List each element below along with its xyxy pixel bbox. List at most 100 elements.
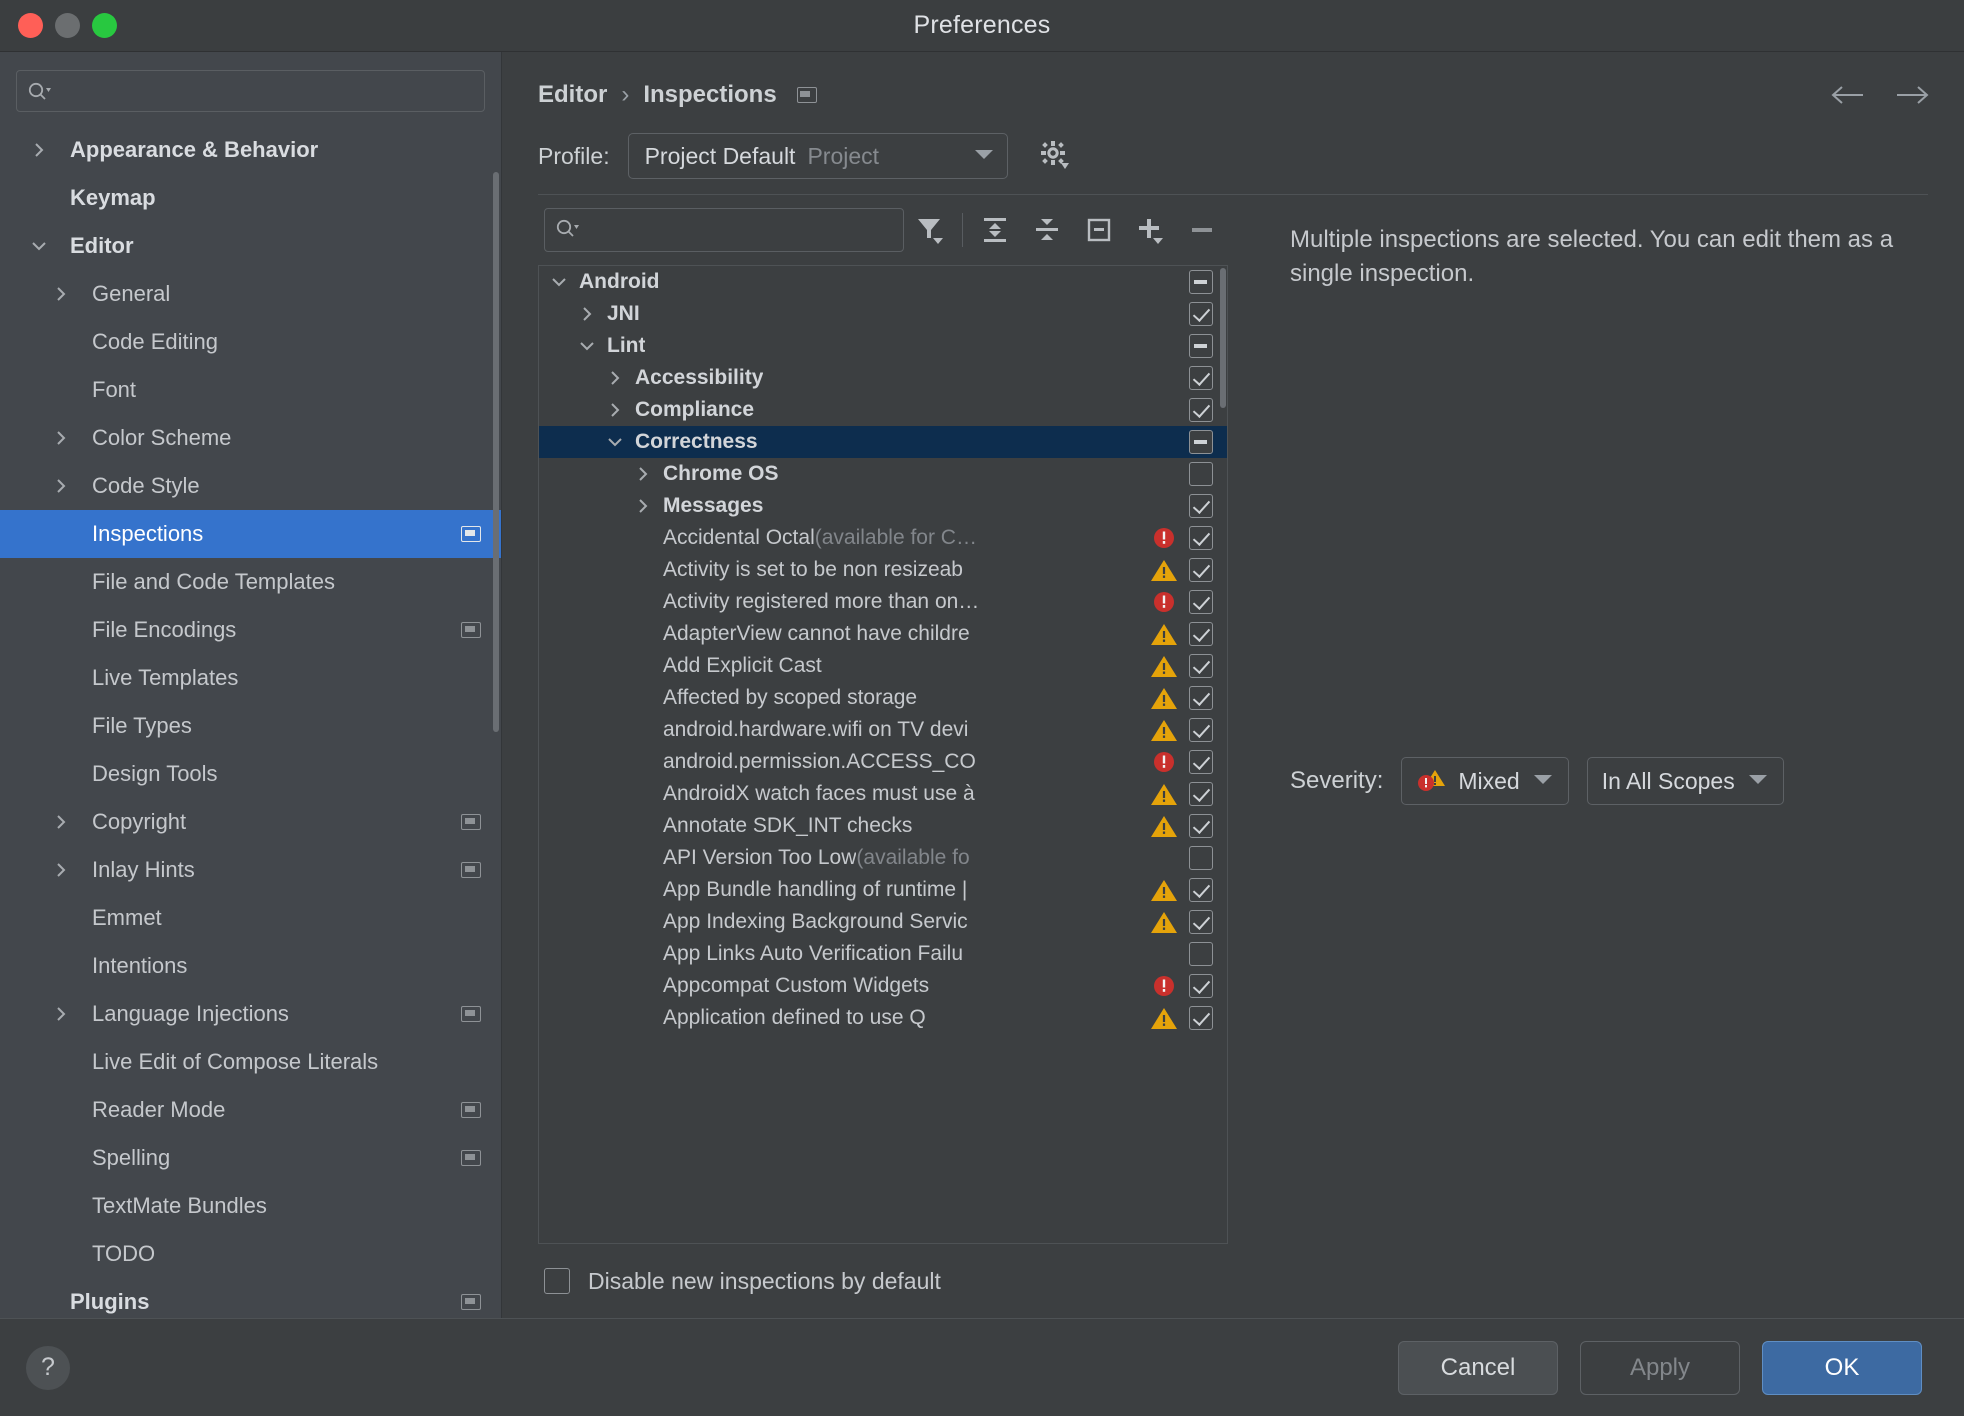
- ok-button[interactable]: OK: [1762, 1340, 1922, 1395]
- tree-row[interactable]: JNI: [539, 298, 1227, 330]
- sidebar-scrollbar[interactable]: [493, 172, 499, 732]
- sidebar-item-general[interactable]: General: [0, 270, 501, 318]
- sidebar-item-keymap[interactable]: Keymap: [0, 174, 501, 222]
- filter-icon[interactable]: [904, 208, 956, 252]
- sidebar-item-copyright[interactable]: Copyright: [0, 798, 501, 846]
- tree-row-checkbox[interactable]: [1181, 270, 1221, 294]
- sidebar-item-live-edit-of-compose-literals[interactable]: Live Edit of Compose Literals: [0, 1038, 501, 1086]
- tree-row[interactable]: Annotate SDK_INT checks: [539, 810, 1227, 842]
- tree-row[interactable]: Correctness: [539, 426, 1227, 458]
- sidebar-item-editor[interactable]: Editor: [0, 222, 501, 270]
- chevron-down-icon[interactable]: [575, 337, 599, 355]
- chevron-right-icon[interactable]: [48, 861, 74, 879]
- severity-select[interactable]: Mixed: [1401, 757, 1569, 805]
- tree-row[interactable]: Messages: [539, 490, 1227, 522]
- tree-row-checkbox[interactable]: [1181, 654, 1221, 678]
- tree-row-checkbox[interactable]: [1181, 814, 1221, 838]
- help-button[interactable]: ?: [26, 1345, 70, 1390]
- sidebar-item-inspections[interactable]: Inspections: [0, 510, 501, 558]
- sidebar-item-code-style[interactable]: Code Style: [0, 462, 501, 510]
- tree-row-checkbox[interactable]: [1181, 590, 1221, 614]
- sidebar-item-todo[interactable]: TODO: [0, 1230, 501, 1278]
- inspection-tree[interactable]: Android JNI Lint Accessibility Compliance Cor…: [538, 265, 1228, 1244]
- tree-row[interactable]: Affected by scoped storage: [539, 682, 1227, 714]
- chevron-right-icon[interactable]: [575, 305, 599, 323]
- tree-row-checkbox[interactable]: [1181, 1006, 1221, 1030]
- tree-row[interactable]: API Version Too Low (available fo: [539, 842, 1227, 874]
- sidebar-search-input[interactable]: [53, 79, 474, 103]
- sidebar-item-color-scheme[interactable]: Color Scheme: [0, 414, 501, 462]
- tree-row-checkbox[interactable]: [1181, 750, 1221, 774]
- reset-icon[interactable]: [1073, 208, 1125, 252]
- tree-row[interactable]: Activity is set to be non resizeab: [539, 554, 1227, 586]
- breadcrumb-root[interactable]: Editor: [538, 81, 607, 109]
- tree-scrollbar[interactable]: [1220, 268, 1226, 408]
- tree-row[interactable]: App Indexing Background Servic: [539, 906, 1227, 938]
- tree-row-checkbox[interactable]: [1181, 462, 1221, 486]
- tree-row[interactable]: Compliance: [539, 394, 1227, 426]
- tree-row[interactable]: Application defined to use Q: [539, 1002, 1227, 1034]
- sidebar-item-inlay-hints[interactable]: Inlay Hints: [0, 846, 501, 894]
- remove-icon[interactable]: [1176, 208, 1228, 252]
- expand-all-icon[interactable]: [969, 208, 1021, 252]
- tree-row-checkbox[interactable]: [1181, 334, 1221, 358]
- scope-select[interactable]: In All Scopes: [1586, 757, 1784, 805]
- sidebar-item-emmet[interactable]: Emmet: [0, 894, 501, 942]
- sidebar-item-intentions[interactable]: Intentions: [0, 942, 501, 990]
- sidebar-item-code-editing[interactable]: Code Editing: [0, 318, 501, 366]
- cancel-button[interactable]: Cancel: [1398, 1340, 1558, 1395]
- sidebar-item-font[interactable]: Font: [0, 366, 501, 414]
- tree-row-checkbox[interactable]: [1181, 718, 1221, 742]
- sidebar-item-appearance-behavior[interactable]: Appearance & Behavior: [0, 126, 501, 174]
- chevron-right-icon[interactable]: [603, 401, 627, 419]
- collapse-all-icon[interactable]: [1021, 208, 1073, 252]
- chevron-down-icon[interactable]: [603, 433, 627, 451]
- chevron-right-icon[interactable]: [603, 369, 627, 387]
- tree-row-checkbox[interactable]: [1181, 846, 1221, 870]
- sidebar-item-spelling[interactable]: Spelling: [0, 1134, 501, 1182]
- tree-row[interactable]: App Bundle handling of runtime |: [539, 874, 1227, 906]
- chevron-down-icon[interactable]: [547, 273, 571, 291]
- sidebar-item-live-templates[interactable]: Live Templates: [0, 654, 501, 702]
- inspection-search-input[interactable]: [579, 218, 894, 242]
- tree-row[interactable]: Android: [539, 266, 1227, 298]
- tree-row-checkbox[interactable]: [1181, 942, 1221, 966]
- chevron-down-icon[interactable]: [26, 237, 52, 255]
- chevron-right-icon[interactable]: [48, 813, 74, 831]
- tree-row[interactable]: Accidental Octal (available for C…: [539, 522, 1227, 554]
- disable-new-inspections-row[interactable]: Disable new inspections by default: [538, 1244, 1228, 1318]
- tree-row[interactable]: App Links Auto Verification Failu: [539, 938, 1227, 970]
- tree-row-checkbox[interactable]: [1181, 622, 1221, 646]
- back-arrow-icon[interactable]: [1830, 84, 1866, 106]
- chevron-right-icon[interactable]: [48, 285, 74, 303]
- chevron-right-icon[interactable]: [26, 141, 52, 159]
- chevron-right-icon[interactable]: [631, 497, 655, 515]
- tree-row-checkbox[interactable]: [1181, 686, 1221, 710]
- tree-row[interactable]: Chrome OS: [539, 458, 1227, 490]
- apply-button[interactable]: Apply: [1580, 1340, 1740, 1395]
- inspection-search-box[interactable]: [544, 208, 905, 252]
- tree-row[interactable]: AndroidX watch faces must use à: [539, 778, 1227, 810]
- sidebar-search-box[interactable]: [16, 70, 485, 112]
- forward-arrow-icon[interactable]: [1894, 84, 1930, 106]
- disable-new-inspections-checkbox[interactable]: [544, 1268, 570, 1294]
- tree-row-checkbox[interactable]: [1181, 910, 1221, 934]
- add-icon[interactable]: [1125, 208, 1177, 252]
- tree-row-checkbox[interactable]: [1181, 782, 1221, 806]
- tree-row[interactable]: android.permission.ACCESS_CO: [539, 746, 1227, 778]
- chevron-right-icon[interactable]: [48, 477, 74, 495]
- profile-settings-gear-icon[interactable]: [1038, 139, 1072, 173]
- tree-row[interactable]: Accessibility: [539, 362, 1227, 394]
- sidebar-item-language-injections[interactable]: Language Injections: [0, 990, 501, 1038]
- tree-row-checkbox[interactable]: [1181, 494, 1221, 518]
- sidebar-item-design-tools[interactable]: Design Tools: [0, 750, 501, 798]
- sidebar-item-file-types[interactable]: File Types: [0, 702, 501, 750]
- tree-row[interactable]: Appcompat Custom Widgets: [539, 970, 1227, 1002]
- tree-row[interactable]: Lint: [539, 330, 1227, 362]
- tree-row-checkbox[interactable]: [1181, 430, 1221, 454]
- tree-row[interactable]: Activity registered more than on…: [539, 586, 1227, 618]
- tree-row-checkbox[interactable]: [1181, 974, 1221, 998]
- sidebar-item-plugins[interactable]: Plugins: [0, 1278, 501, 1318]
- sidebar-item-textmate-bundles[interactable]: TextMate Bundles: [0, 1182, 501, 1230]
- sidebar-item-reader-mode[interactable]: Reader Mode: [0, 1086, 501, 1134]
